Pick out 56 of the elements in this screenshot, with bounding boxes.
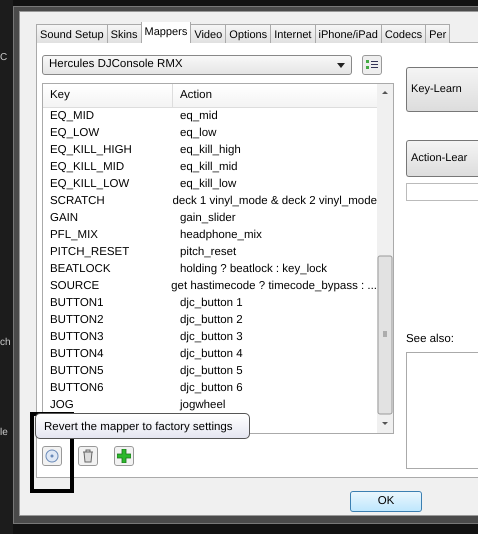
tab[interactable]: Per <box>425 24 450 43</box>
table-cell-text: PFL_MIX <box>49 228 99 243</box>
table-cell-text: EQ_KILL_HIGH <box>49 142 133 158</box>
table-cell-text: BUTTON6 <box>49 380 104 396</box>
table-cell-text: BUTTON1 <box>49 296 104 311</box>
table-cell-text: djc_button 1 <box>179 296 243 311</box>
table-cell-text: BUTTON5 <box>49 364 104 379</box>
table-cell-text: djc_button 4 <box>179 346 243 362</box>
table-cell-text: BUTTON2 <box>49 312 104 328</box>
tab[interactable]: Mappers <box>140 22 192 43</box>
table-cell-text: SCRATCH <box>49 194 106 209</box>
table-cell-text: gain_slider <box>179 210 236 226</box>
key-learn-button[interactable]: Key-Learn <box>406 67 478 112</box>
tab[interactable]: Internet <box>270 24 316 43</box>
table-cell-text: holding ? beatlock : key_lock <box>179 262 328 277</box>
tooltip: Revert the mapper to factory settings <box>35 413 250 439</box>
table-cell-text: EQ_KILL_MID <box>49 160 126 175</box>
column-header[interactable]: Action <box>173 84 212 107</box>
table-cell-text: eq_low <box>179 126 216 141</box>
column-header[interactable]: Key <box>43 84 173 107</box>
table-cell-text: djc_button 5 <box>179 364 243 379</box>
background-text: le <box>0 426 9 440</box>
table-cell-text: PITCH_RESET <box>49 244 130 260</box>
tab[interactable]: Codecs <box>380 24 426 43</box>
table-cell-text: eq_mid <box>179 108 218 124</box>
table-cell-text: GAIN <box>49 210 80 226</box>
table-cell-text: get hastimecode ? timecode_bypass : ... <box>170 278 377 294</box>
ok-button[interactable]: OK <box>350 491 422 512</box>
table-cell-text: EQ_LOW <box>49 126 100 141</box>
table-cell-text: BEATLOCK <box>49 262 112 277</box>
tab[interactable]: Skins <box>106 24 142 43</box>
table-cell-text: EQ_KILL_LOW <box>49 176 130 192</box>
table-cell-text: eq_kill_mid <box>179 160 238 175</box>
table-cell-text: djc_button 3 <box>179 330 243 345</box>
table-cell-text: jogwheel <box>178 398 226 413</box>
action-learn-button[interactable]: Action-Lear <box>406 140 478 177</box>
table-cell-text: eq_kill_high <box>179 142 241 158</box>
table-cell-text: djc_button 2 <box>179 312 243 328</box>
tab[interactable]: Video <box>190 24 226 43</box>
tab[interactable]: Options <box>225 24 272 43</box>
background-text: C <box>0 51 8 65</box>
tab[interactable]: iPhone/iPad <box>314 24 382 43</box>
table-cell-text: BUTTON3 <box>49 330 104 345</box>
table-cell-text: eq_kill_low <box>179 176 236 192</box>
table-cell-text: BUTTON4 <box>49 346 104 362</box>
table-cell-text: djc_button 6 <box>179 380 243 396</box>
table-cell-text: SOURCE <box>49 278 100 294</box>
mapper-dropdown[interactable]: Hercules DJConsole RMX <box>42 55 352 75</box>
table-cell-text: EQ_MID <box>49 108 96 124</box>
table-cell-text: pitch_reset <box>179 244 236 260</box>
table-cell-text: JOG <box>49 398 75 413</box>
table-cell-text: headphone_mix <box>179 228 262 243</box>
tab[interactable]: Sound Setup <box>36 24 108 43</box>
background-text: ch <box>0 336 12 350</box>
see-also-label: See also: <box>406 332 455 347</box>
table-cell-text: deck 1 vinyl_mode & deck 2 vinyl_mode <box>171 194 377 209</box>
